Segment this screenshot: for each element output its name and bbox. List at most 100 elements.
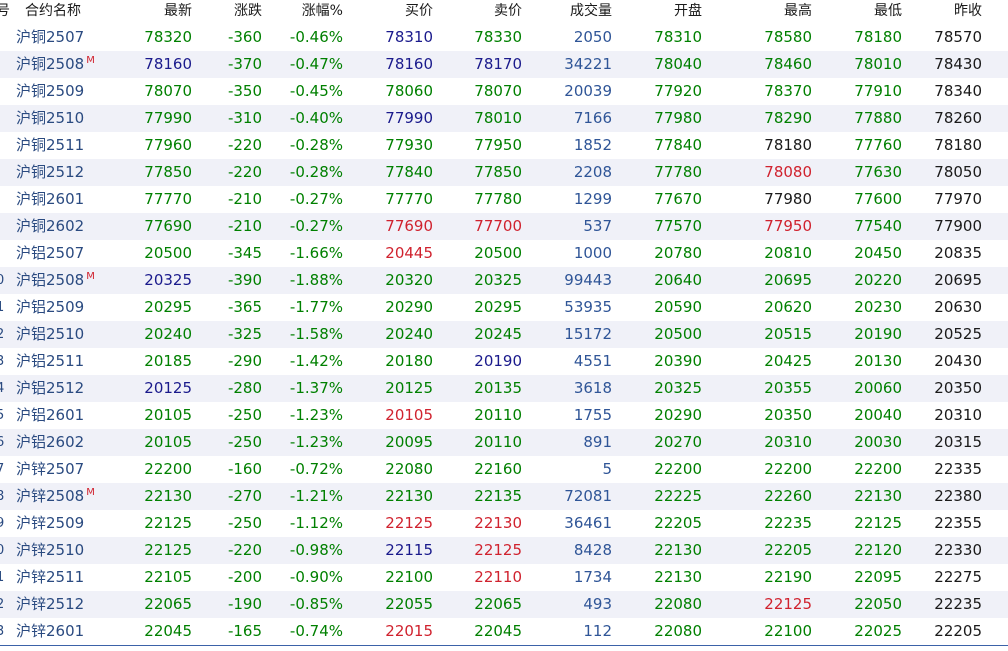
table-row[interactable]: 0 沪铝2508 M 20325 -390 -1.88% 20320 20325 99443 20… [0,267,1008,294]
table-row[interactable]: 2 沪铝2510 20240 -325 -1.58% 20240 20245 15172 205… [0,321,1008,348]
high-price: 78580 [764,28,812,46]
volume: 8428 [573,541,612,559]
table-row[interactable]: 沪铜2511 77960 -220 -0.28% 77930 77950 1852 77840… [0,132,1008,159]
ask-price: 22065 [474,595,522,613]
table-row[interactable]: 沪铜2510 77990 -310 -0.40% 77990 78010 7166 77980… [0,105,1008,132]
open-price: 20500 [654,325,702,343]
last-price: 22125 [144,514,192,532]
table-row[interactable]: 2 沪锌2512 22065 -190 -0.85% 22055 22065 493 22080… [0,591,1008,618]
change-percent: -0.90% [289,568,343,586]
table-row[interactable]: 8 沪锌2508 M 22130 -270 -1.21% 22130 22135 72081 22… [0,483,1008,510]
col-header-ask[interactable]: 卖价 [494,0,522,24]
table-row[interactable]: 4 沪铝2512 20125 -280 -1.37% 20125 20135 3618 2032… [0,375,1008,402]
table-row[interactable]: 9 沪锌2509 22125 -250 -1.12% 22125 22130 36461 222… [0,510,1008,537]
table-row[interactable]: 7 沪锌2507 22200 -160 -0.72% 22080 22160 5 22200 22… [0,456,1008,483]
high-price: 22200 [764,460,812,478]
table-row[interactable]: 沪铜2512 77850 -220 -0.28% 77840 77850 2208 77780… [0,159,1008,186]
ask-price: 20245 [474,325,522,343]
main-contract-badge: M [86,271,95,282]
ask-price: 22045 [474,622,522,640]
volume: 20039 [564,82,612,100]
col-header-prev[interactable]: 昨收 [954,0,982,24]
open-price: 22130 [654,568,702,586]
table-row[interactable]: 1 沪铝2509 20295 -365 -1.77% 20290 20295 53935 205… [0,294,1008,321]
table-row[interactable]: 沪铜2507 78320 -360 -0.46% 78310 78330 2050 78310… [0,24,1008,51]
last-price: 77850 [144,163,192,181]
low-price: 77910 [854,82,902,100]
table-row[interactable]: 沪铝2507 20500 -345 -1.66% 20445 20500 1000 20780… [0,240,1008,267]
prev-close: 20310 [934,406,982,424]
contract-name: 沪锌2509 [16,510,126,537]
contract-name: 沪锌2512 [16,591,126,618]
contract-name-text: 沪锌2508 [16,487,85,505]
table-row[interactable]: 3 沪锌2601 22045 -165 -0.74% 22015 22045 112 22080… [0,618,1008,646]
row-index [0,105,8,132]
price-change: -190 [227,595,262,613]
high-price: 78180 [764,136,812,154]
change-percent: -0.72% [289,460,343,478]
low-price: 77880 [854,109,902,127]
open-price: 20780 [654,244,702,262]
last-price: 77990 [144,109,192,127]
bid-price: 22080 [385,460,433,478]
bid-price: 20105 [385,406,433,424]
col-header-high[interactable]: 最高 [784,0,812,24]
prev-close: 20525 [934,325,982,343]
table-row[interactable]: 6 沪铝2602 20105 -250 -1.23% 20095 20110 891 20270… [0,429,1008,456]
high-price: 20310 [764,433,812,451]
row-index [0,186,8,213]
col-header-index[interactable]: 号 [0,0,10,24]
table-row[interactable]: 5 沪铝2601 20105 -250 -1.23% 20105 20110 1755 2029… [0,402,1008,429]
ask-price: 77950 [474,136,522,154]
high-price: 22205 [764,541,812,559]
change-percent: -1.12% [289,514,343,532]
table-row[interactable]: 沪铜2508 M 78160 -370 -0.47% 78160 78170 34221 780… [0,51,1008,78]
prev-close: 22355 [934,514,982,532]
contract-name: 沪铜2509 [16,78,126,105]
ask-price: 78170 [474,55,522,73]
row-index [0,51,8,78]
prev-close: 20350 [934,379,982,397]
table-body: 沪铜2507 78320 -360 -0.46% 78310 78330 2050 78310… [0,24,1008,646]
row-index: 2 [0,327,5,342]
contract-name-text: 沪铜2602 [16,217,85,235]
col-header-volume[interactable]: 成交量 [570,0,612,24]
high-price: 22100 [764,622,812,640]
high-price: 22190 [764,568,812,586]
table-row[interactable]: 1 沪锌2511 22105 -200 -0.90% 22100 22110 1734 2213… [0,564,1008,591]
table-row[interactable]: 沪铜2601 77770 -210 -0.27% 77770 77780 1299 77670… [0,186,1008,213]
col-header-bid[interactable]: 买价 [405,0,433,24]
table-row[interactable]: 沪铜2602 77690 -210 -0.27% 77690 77700 537 77570 7… [0,213,1008,240]
col-header-low[interactable]: 最低 [874,0,902,24]
col-header-change[interactable]: 涨跌 [234,0,262,24]
change-percent: -0.47% [289,55,343,73]
last-price: 22130 [144,487,192,505]
high-price: 20620 [764,298,812,316]
low-price: 22095 [854,568,902,586]
low-price: 22120 [854,541,902,559]
table-row[interactable]: 沪铜2509 78070 -350 -0.45% 78060 78070 20039 7792… [0,78,1008,105]
col-header-name[interactable]: 合约名称 [25,0,135,24]
last-price: 22045 [144,622,192,640]
low-price: 20040 [854,406,902,424]
change-percent: -1.21% [289,487,343,505]
ask-price: 20500 [474,244,522,262]
table-row[interactable]: 0 沪锌2510 22125 -220 -0.98% 22115 22125 8428 2213… [0,537,1008,564]
col-header-last[interactable]: 最新 [164,0,192,24]
open-price: 22205 [654,514,702,532]
last-price: 77690 [144,217,192,235]
contract-name: 沪铜2510 [16,105,126,132]
prev-close: 20430 [934,352,982,370]
open-price: 20590 [654,298,702,316]
contract-name: 沪铜2601 [16,186,126,213]
col-header-open[interactable]: 开盘 [674,0,702,24]
table-row[interactable]: 3 沪铝2511 20185 -290 -1.42% 20180 20190 4551 2039… [0,348,1008,375]
prev-close: 22330 [934,541,982,559]
last-price: 77960 [144,136,192,154]
low-price: 20220 [854,271,902,289]
last-price: 78160 [144,55,192,73]
high-price: 20515 [764,325,812,343]
col-header-pct[interactable]: 涨幅% [302,0,343,24]
change-percent: -0.85% [289,595,343,613]
bid-price: 22100 [385,568,433,586]
